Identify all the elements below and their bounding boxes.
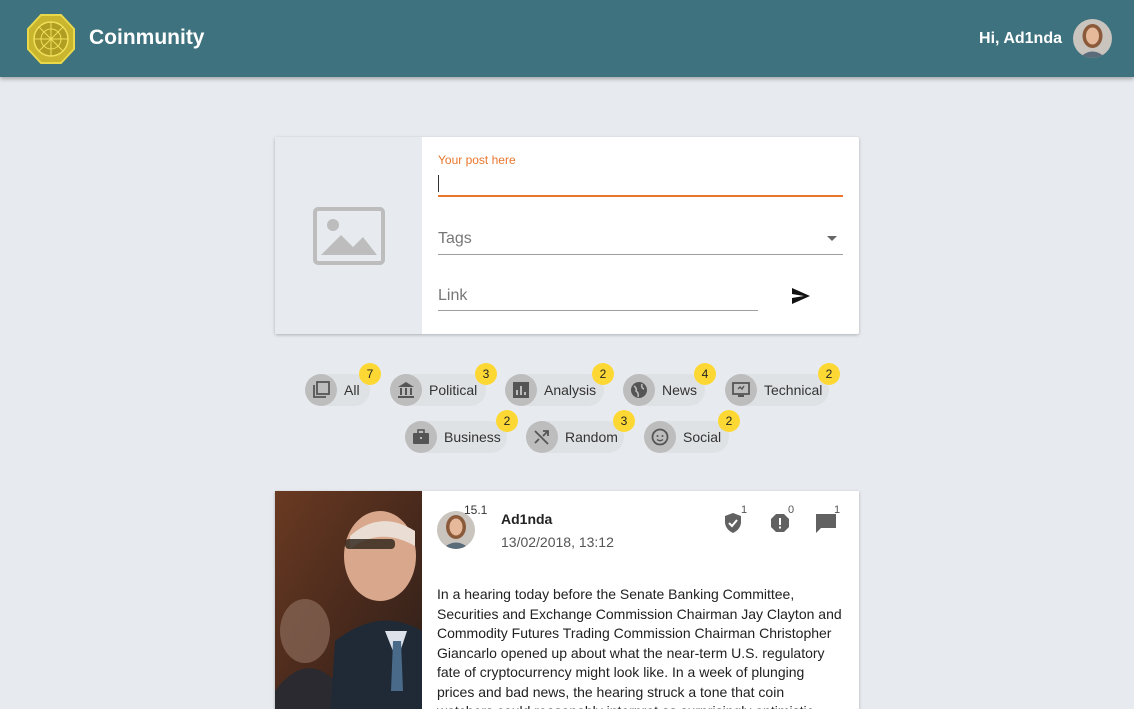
count-badge: 2 — [718, 410, 740, 432]
post-field-label: Your post here — [438, 153, 516, 167]
filter-chip-random[interactable]: Random 3 — [526, 410, 635, 453]
image-placeholder-icon — [313, 207, 385, 265]
filter-chip-news[interactable]: News 4 — [623, 363, 716, 406]
chip-label: Technical — [764, 382, 823, 398]
user-avatar[interactable] — [1073, 19, 1112, 58]
chip-label: All — [344, 382, 360, 398]
filter-chip-technical[interactable]: Technical 2 — [725, 363, 840, 406]
chip-label: Social — [683, 429, 722, 445]
image-upload-area[interactable] — [275, 137, 422, 334]
comment-count: 1 — [834, 504, 841, 516]
text-cursor — [438, 175, 439, 192]
count-badge: 3 — [613, 410, 635, 432]
filter-chip-all[interactable]: All 7 — [305, 363, 381, 406]
filter-chip-business[interactable]: Business 2 — [405, 410, 518, 453]
globe-icon — [623, 374, 655, 406]
count-badge: 2 — [592, 363, 614, 385]
post-card: 15.1 Ad1nda 13/02/2018, 13:12 1 0 1 In a… — [275, 491, 859, 709]
count-badge: 7 — [359, 363, 381, 385]
verify-count: 1 — [741, 504, 748, 516]
tags-select[interactable]: Tags — [438, 223, 843, 255]
count-badge: 3 — [475, 363, 497, 385]
count-badge: 4 — [694, 363, 716, 385]
monitor-icon — [725, 374, 757, 406]
chip-label: Random — [565, 429, 618, 445]
user-greeting: Hi, Ad1nda — [979, 30, 1062, 47]
chip-label: Business — [444, 429, 501, 445]
smiley-icon — [644, 421, 676, 453]
post-input[interactable] — [438, 171, 843, 197]
report-count: 0 — [788, 504, 795, 516]
post-body: In a hearing today before the Senate Ban… — [437, 586, 842, 709]
post-composer: Your post here Tags — [275, 137, 859, 334]
app-bar: Coinmunity Hi, Ad1nda — [0, 0, 1134, 77]
filter-chip-social[interactable]: Social 2 — [644, 410, 740, 453]
link-input[interactable] — [438, 281, 758, 311]
briefcase-icon — [405, 421, 437, 453]
app-title[interactable]: Coinmunity — [89, 26, 205, 50]
chip-label: News — [662, 382, 698, 398]
dropdown-arrow-icon — [827, 236, 837, 241]
count-badge: 2 — [818, 363, 840, 385]
shuffle-icon — [526, 421, 558, 453]
author-score: 15.1 — [464, 503, 488, 517]
chip-label: Political — [429, 382, 478, 398]
send-button[interactable] — [787, 282, 815, 310]
coin-logo-icon[interactable] — [26, 13, 76, 65]
send-icon — [792, 288, 810, 304]
tags-label: Tags — [438, 230, 472, 247]
author-name[interactable]: Ad1nda — [501, 511, 552, 527]
filter-chip-analysis[interactable]: Analysis 2 — [505, 363, 614, 406]
post-date: 13/02/2018, 13:12 — [501, 534, 614, 550]
filter-chip-political[interactable]: Political 3 — [390, 363, 497, 406]
collection-icon — [305, 374, 337, 406]
count-badge: 2 — [496, 410, 518, 432]
bank-icon — [390, 374, 422, 406]
chip-label: Analysis — [544, 382, 597, 398]
bar-chart-icon — [505, 374, 537, 406]
post-image[interactable] — [275, 491, 422, 709]
